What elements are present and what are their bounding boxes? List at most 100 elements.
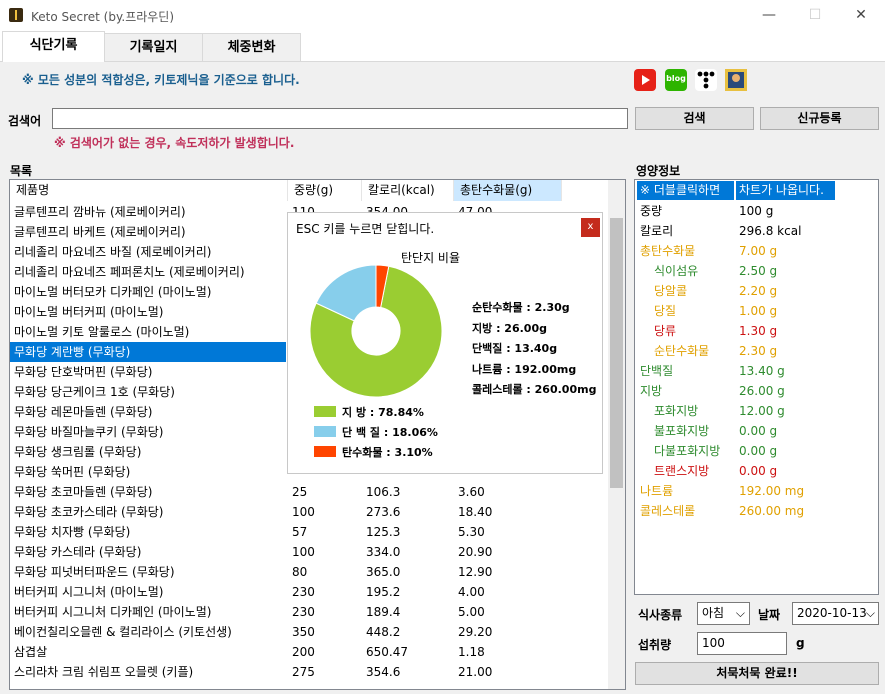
column-header-carbs[interactable]: 총탄수화물(g) [454, 180, 562, 201]
date-picker[interactable]: 2020-10-13 ⌵ [792, 602, 879, 625]
table-row[interactable]: 무화당 치자빵 (무화당) 57 125.3 5.30 [10, 522, 617, 542]
cell-weight: 350 [292, 625, 315, 639]
youtube-icon[interactable] [634, 69, 656, 91]
submit-meal-button[interactable]: 처묵처묵 완료!! [635, 662, 879, 685]
cell-weight: 275 [292, 665, 315, 679]
search-button[interactable]: 검색 [635, 107, 754, 130]
nutrient-value: 2.20 g [739, 284, 778, 298]
meal-type-select[interactable]: 아침 ⌵ [697, 602, 750, 625]
table-row[interactable]: 무화당 초코카스테라 (무화당) 100 273.6 18.40 [10, 502, 617, 522]
nutrient-name: 순탄수화물 [654, 344, 710, 358]
table-row[interactable]: 삼겹살 200 650.47 1.18 [10, 642, 617, 662]
nutrient-name: 단백질 [640, 364, 674, 378]
blog-icon[interactable]: blog [665, 69, 687, 91]
table-row[interactable]: 버터커피 시그니처 (마이노멀) 230 195.2 4.00 [10, 582, 617, 602]
cell-weight: 230 [292, 605, 315, 619]
column-header-calories[interactable]: 칼로리(kcal) [362, 180, 454, 201]
column-header-name[interactable]: 제품명 [10, 180, 288, 201]
table-row[interactable]: 버터커피 시그니처 디카페인 (마이노멀) 230 189.4 5.00 [10, 602, 617, 622]
maximize-button[interactable]: ☐ [792, 0, 838, 31]
close-button[interactable]: ✕ [838, 0, 884, 31]
nutrition-header-left: ※ 더블클릭하면 [637, 181, 734, 200]
chevron-down-icon: ⌵ [865, 606, 875, 620]
nutrient-value: 100 g [739, 204, 774, 218]
cell-name: 무화당 바질마늘쿠키 (무화당) [14, 425, 164, 439]
cell-name: 무화당 생크림롤 (무화당) [14, 445, 142, 459]
nutrient-value: 12.00 g [739, 404, 785, 418]
table-row[interactable]: 무화당 카스테라 (무화당) 100 334.0 20.90 [10, 542, 617, 562]
nutrient-name: 칼로리 [640, 224, 674, 238]
table-row[interactable]: 무화당 초코마들렌 (무화당) 25 106.3 3.60 [10, 482, 617, 502]
table-row[interactable]: 스리라차 크림 쉬림프 오믈렛 (키플) 275 354.6 21.00 [10, 662, 617, 682]
cell-calories: 334.0 [366, 545, 401, 559]
nutrient-name: 나트륨 [640, 484, 674, 498]
cell-calories: 273.6 [366, 505, 401, 519]
table-row[interactable]: 무화당 피넛버터파운드 (무화당) 80 365.0 12.90 [10, 562, 617, 582]
legend-swatch-fat [314, 406, 336, 417]
cell-name: 무화당 당근케이크 1호 (무화당) [14, 385, 175, 399]
cell-name: 마이노멀 버터모카 디카페인 (마이노멀) [14, 285, 212, 299]
legend-label-carbs: 탄수화물 : 3.10% [342, 446, 433, 459]
nutrient-name: 지방 [640, 384, 663, 398]
cell-weight: 80 [292, 565, 308, 579]
nutrient-value: 13.40 g [739, 364, 785, 378]
cell-carbs: 3.60 [458, 485, 485, 499]
chart-popup: ESC 키를 누르면 닫힙니다. x 탄단지 비율 순탄수화물 : 2.30g … [287, 212, 603, 474]
intake-input[interactable]: 100 [697, 632, 787, 655]
tab-record-log[interactable]: 기록일지 [104, 33, 203, 61]
nutrient-value: 26.00 g [739, 384, 785, 398]
cell-calories: 125.3 [366, 525, 401, 539]
nutrient-value: 0.00 g [739, 424, 778, 438]
nutrient-name: 당알콜 [654, 284, 688, 298]
cell-carbs: 1.18 [458, 645, 485, 659]
search-input[interactable] [52, 108, 628, 129]
cell-name: 무화당 쑥머핀 (무화당) [14, 465, 131, 479]
info-fat: 지방 : 26.00g [472, 322, 547, 335]
cell-calories: 650.47 [366, 645, 408, 659]
popup-hint: ESC 키를 누르면 닫힙니다. [296, 222, 435, 236]
nutrient-name: 트랜스지방 [654, 464, 710, 478]
column-header-weight[interactable]: 중량(g) [288, 180, 362, 201]
legend-label-fat: 지 방 : 78.84% [342, 406, 424, 419]
tistory-icon[interactable] [695, 69, 717, 91]
table-row[interactable]: 베이컨칠리오믈렌 & 컬리라이스 (키토선생) 350 448.2 29.20 [10, 622, 617, 642]
nutrient-value: 296.8 kcal [739, 224, 802, 238]
tab-weight-change[interactable]: 체중변화 [202, 33, 301, 61]
notice-text: ※ 모든 성분의 적합성은, 키토제닉을 기준으로 합니다. [22, 73, 300, 87]
cell-weight: 100 [292, 545, 315, 559]
nutrient-name: 당질 [654, 304, 677, 318]
cell-carbs: 18.40 [458, 505, 493, 519]
cell-weight: 57 [292, 525, 308, 539]
list-scrollbar[interactable] [608, 180, 625, 689]
window-title: Keto Secret (by.프라우딘) [31, 10, 175, 24]
cell-calories: 189.4 [366, 605, 401, 619]
cell-name: 글루텐프리 바케트 (제로베이커리) [14, 225, 186, 239]
nutrient-value: 260.00 mg [739, 504, 805, 518]
nutrient-value: 1.00 g [739, 304, 778, 318]
user-photo-icon[interactable] [725, 69, 747, 91]
nutrient-value: 7.00 g [739, 244, 778, 258]
tab-meal-record[interactable]: 식단기록 [2, 31, 105, 62]
legend-swatch-carbs [314, 446, 336, 457]
cell-carbs: 21.00 [458, 665, 493, 679]
cell-weight: 25 [292, 485, 308, 499]
nutrient-name: 식이섬유 [654, 264, 699, 278]
date-value: 2020-10-13 [797, 606, 867, 620]
intake-unit: g [796, 636, 805, 650]
minimize-button[interactable]: — [746, 0, 792, 31]
nutrition-list[interactable]: ※ 더블클릭하면 차트가 나옵니다. 중량 100 g 칼로리 296.8 kcal 총… [634, 179, 879, 595]
scrollbar-thumb[interactable] [610, 218, 623, 488]
info-cholesterol: 콜레스테롤 : 260.00mg [472, 383, 597, 396]
cell-calories: 354.6 [366, 665, 401, 679]
cell-name: 마이노멀 버터커피 (마이노멀) [14, 305, 164, 319]
search-warning: ※ 검색어가 없는 경우, 속도저하가 발생합니다. [54, 136, 295, 150]
cell-calories: 195.2 [366, 585, 401, 599]
nutrition-title: 영양정보 [636, 164, 681, 178]
nutrient-value: 0.00 g [739, 444, 778, 458]
cell-name: 무화당 단호박머핀 (무화당) [14, 365, 153, 379]
register-button[interactable]: 신규등록 [760, 107, 879, 130]
legend-label-protein: 단 백 질 : 18.06% [342, 426, 438, 439]
popup-close-button[interactable]: x [581, 218, 600, 237]
cell-name: 무화당 치자빵 (무화당) [14, 525, 131, 539]
nutrient-name: 총탄수화물 [640, 244, 696, 258]
